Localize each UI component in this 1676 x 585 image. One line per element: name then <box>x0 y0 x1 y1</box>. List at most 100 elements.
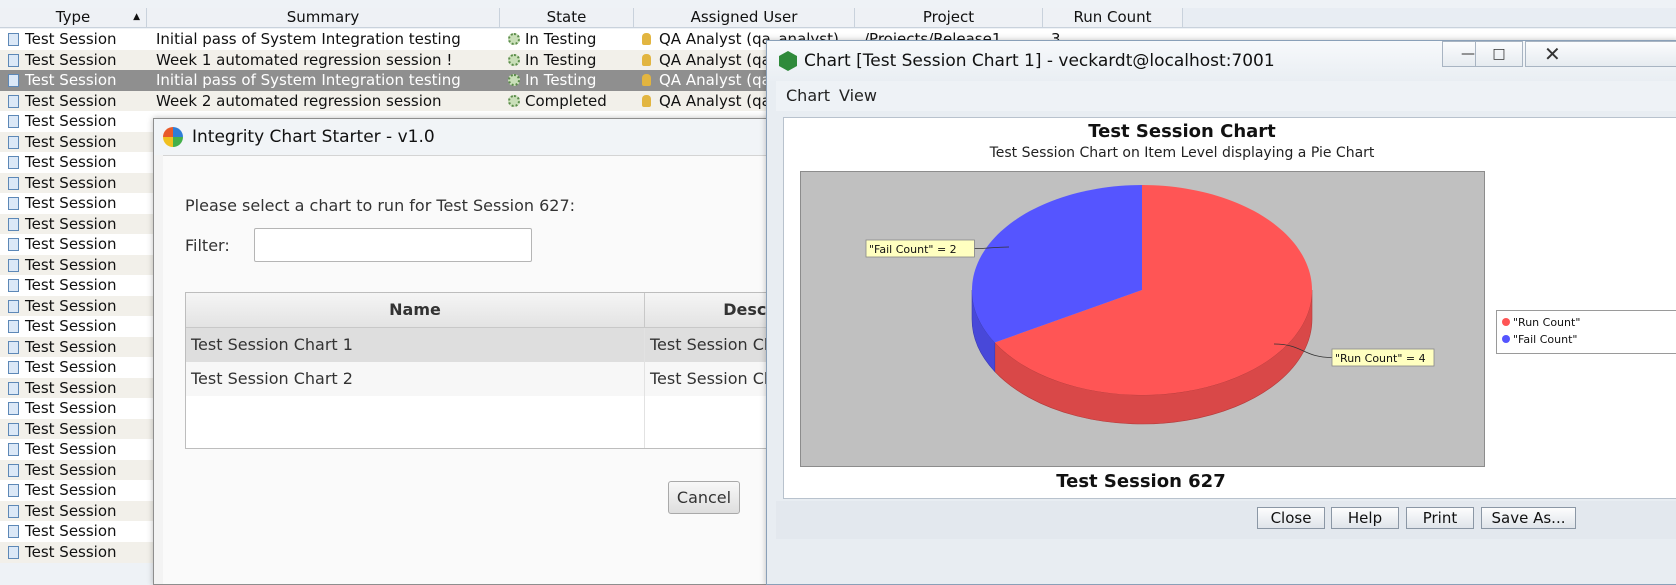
document-icon <box>8 299 19 313</box>
cell-type: Test Session <box>8 337 146 358</box>
cell-type: Test Session <box>8 29 146 50</box>
cell-state: In Testing <box>508 70 632 91</box>
cell-type: Test Session <box>8 91 146 112</box>
pie-chart: "Run Count" = 4 "Fail Count" = 2 <box>865 185 1435 425</box>
cell-summary: Initial pass of System Integration testi… <box>156 71 461 89</box>
menu-chart[interactable]: Chart <box>786 81 830 111</box>
cell-type: Test Session <box>8 316 146 337</box>
cell-summary: Initial pass of System Integration testi… <box>156 30 461 48</box>
cell-type: Test Session <box>8 234 146 255</box>
maximize-button[interactable]: □ <box>1475 41 1523 67</box>
plot-area: "Run Count" = 4 "Fail Count" = 2 <box>800 171 1485 467</box>
document-icon <box>8 197 19 210</box>
chart-select-prompt: Please select a chart to run for Test Se… <box>185 196 576 215</box>
document-icon <box>8 156 19 169</box>
document-icon <box>8 443 19 456</box>
filter-label: Filter: <box>185 236 230 255</box>
document-icon <box>8 504 19 518</box>
cell-type: Test Session <box>8 501 146 522</box>
gear-icon <box>508 74 520 86</box>
cell-type: Test Session <box>8 70 146 91</box>
save-as-button[interactable]: Save As... <box>1481 507 1576 529</box>
chart-list-row[interactable]: Test Session Chart 1 Test Session Chart … <box>186 328 806 363</box>
hexagon-app-icon <box>779 51 797 71</box>
chart-app-logo-icon <box>163 127 183 147</box>
column-header-type[interactable]: Type ▲ <box>0 8 147 27</box>
document-icon <box>8 176 19 190</box>
cell-type: Test Session <box>8 214 146 235</box>
cell-type: Test Session <box>8 296 146 317</box>
column-header-assigned-user[interactable]: Assigned User <box>634 8 855 27</box>
legend-item: "Run Count" <box>1502 315 1580 331</box>
cell-type: Test Session <box>8 439 146 460</box>
column-header-project[interactable]: Project <box>855 8 1043 27</box>
document-icon <box>8 279 19 292</box>
chart-legend: "Run Count" "Fail Count" <box>1496 310 1676 354</box>
legend-swatch <box>1502 335 1510 343</box>
chart-panel: Test Session Chart Test Session Chart on… <box>783 117 1676 499</box>
document-icon <box>8 484 19 497</box>
document-icon <box>8 381 19 395</box>
cell-state: In Testing <box>508 29 632 50</box>
print-button[interactable]: Print <box>1406 507 1474 529</box>
chart-window-titlebar[interactable]: Chart [Test Session Chart 1] - veckardt@… <box>767 41 1676 81</box>
chart-name-cell: Test Session Chart 2 <box>186 362 645 396</box>
chart-button-bar: Close Help Print Save As... <box>776 501 1676 539</box>
cell-summary: Week 2 automated regression session <box>156 91 442 110</box>
help-button[interactable]: Help <box>1331 507 1399 529</box>
column-header-summary[interactable]: Summary <box>147 8 500 27</box>
document-icon <box>8 320 19 333</box>
cell-type: Test Session <box>8 419 146 440</box>
user-icon <box>642 94 651 107</box>
document-icon <box>8 217 19 231</box>
dialog-titlebar[interactable]: Integrity Chart Starter - v1.0 <box>154 119 804 155</box>
column-header-state[interactable]: State <box>500 8 634 27</box>
user-icon <box>642 33 651 45</box>
cell-type: Test Session <box>8 173 146 194</box>
document-icon <box>8 258 19 272</box>
document-icon <box>8 402 19 415</box>
cell-state: Completed <box>508 91 632 112</box>
menu-view[interactable]: View <box>839 81 877 111</box>
document-icon <box>8 463 19 477</box>
document-icon <box>8 525 19 538</box>
slice-label: "Run Count" = 4 <box>1335 352 1426 365</box>
chart-list-table: Name Description Test Session Chart 1 Te… <box>185 292 807 449</box>
cell-type: Test Session <box>8 542 146 563</box>
document-icon <box>8 33 19 46</box>
chart-starter-dialog: Integrity Chart Starter - v1.0 Please se… <box>153 118 807 585</box>
column-header-name[interactable]: Name <box>186 293 645 328</box>
user-icon <box>642 53 651 66</box>
empty-row <box>186 396 806 431</box>
cancel-button[interactable]: Cancel <box>668 481 740 514</box>
chart-list-row[interactable]: Test Session Chart 2 Test Session Chart <box>186 362 806 397</box>
gear-icon <box>508 94 520 107</box>
table-header: Type ▲ Summary State Assigned User Projec… <box>0 8 1676 28</box>
chart-subtitle: Test Session Chart on Item Level display… <box>989 145 1375 161</box>
cell-type: Test Session <box>8 50 146 71</box>
cell-type: Test Session <box>8 132 146 153</box>
cell-summary: Week 1 automated regression session ! <box>156 50 453 69</box>
document-icon <box>8 422 19 436</box>
document-icon <box>8 135 19 149</box>
cell-type: Test Session <box>8 111 146 132</box>
column-header-run-count[interactable]: Run Count <box>1043 8 1183 27</box>
close-button[interactable]: Close <box>1257 507 1325 529</box>
slice-label: "Fail Count" = 2 <box>869 243 957 256</box>
dialog-title: Integrity Chart Starter - v1.0 <box>192 127 435 147</box>
cell-type: Test Session <box>8 521 146 542</box>
gear-icon <box>508 53 520 66</box>
legend-item: "Fail Count" <box>1502 332 1577 348</box>
document-icon <box>8 53 19 67</box>
chart-menubar: Chart View <box>776 81 1676 111</box>
dialog-body: Please select a chart to run for Test Se… <box>163 155 807 584</box>
cell-type: Test Session <box>8 193 146 214</box>
document-icon <box>8 115 19 128</box>
close-window-button[interactable]: ✕ <box>1525 41 1676 67</box>
document-icon <box>8 94 19 108</box>
filter-input[interactable] <box>254 228 532 262</box>
document-icon <box>8 340 19 354</box>
chart-title: Test Session Chart <box>1088 121 1276 142</box>
sort-ascending-icon: ▲ <box>133 12 140 22</box>
cell-type: Test Session <box>8 152 146 173</box>
